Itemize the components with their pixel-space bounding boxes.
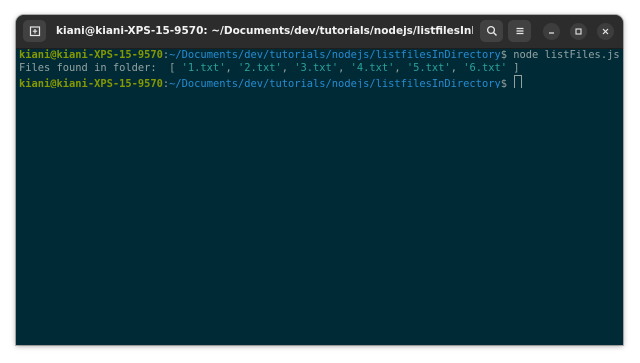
output-separator: ,	[450, 62, 464, 74]
text-cursor[interactable]	[514, 75, 523, 88]
output-separator: ,	[394, 62, 407, 74]
maximize-button[interactable]	[570, 23, 587, 40]
terminal-output[interactable]: kiani@kiani-XPS-15-9570:~/Documents/dev/…	[16, 49, 623, 345]
terminal-line-prompt[interactable]: kiani@kiani-XPS-15-9570:~/Documents/dev/…	[19, 75, 620, 88]
title-bar[interactable]: kiani@kiani-XPS-15-9570: ~/Documents/dev…	[16, 15, 623, 49]
output-file: '6.txt'	[463, 62, 508, 74]
output-file: '4.txt'	[350, 62, 395, 74]
new-tab-button[interactable]	[23, 20, 46, 42]
close-button[interactable]	[597, 23, 614, 40]
minimize-button[interactable]	[543, 23, 560, 40]
new-tab-icon	[29, 26, 40, 37]
output-label: Files found in folder: [	[19, 62, 182, 74]
output-file: '1.txt'	[181, 62, 226, 74]
prompt-user-host: kiani@kiani-XPS-15-9570	[19, 49, 163, 61]
output-separator: ,	[338, 62, 351, 74]
terminal-line-output: Files found in folder: [ '1.txt', '2.txt…	[19, 62, 620, 75]
prompt-user-host: kiani@kiani-XPS-15-9570	[19, 78, 163, 88]
maximize-icon	[575, 28, 582, 35]
output-file: '2.txt'	[237, 62, 282, 74]
search-icon	[486, 25, 497, 36]
prompt-path: ~/Documents/dev/tutorials/nodejs/listfil…	[169, 49, 501, 61]
output-file: '3.txt'	[294, 62, 339, 74]
prompt-symbol: $	[500, 78, 514, 88]
terminal-window: kiani@kiani-XPS-15-9570: ~/Documents/dev…	[16, 15, 623, 345]
menu-button[interactable]	[508, 20, 531, 42]
close-icon	[602, 28, 609, 35]
search-button[interactable]	[480, 20, 503, 42]
output-close-bracket: ]	[507, 62, 520, 74]
output-file: '5.txt'	[406, 62, 451, 74]
minimize-icon	[549, 32, 554, 34]
output-separator: ,	[281, 62, 295, 74]
command-text: node listFiles.js	[513, 49, 620, 61]
window-title: kiani@kiani-XPS-15-9570: ~/Documents/dev…	[56, 25, 473, 37]
terminal-line-command: kiani@kiani-XPS-15-9570:~/Documents/dev/…	[19, 49, 620, 62]
hamburger-menu-icon	[516, 27, 523, 35]
output-separator: ,	[225, 62, 238, 74]
prompt-path: ~/Documents/dev/tutorials/nodejs/listfil…	[169, 78, 501, 88]
prompt-symbol: $	[500, 49, 514, 61]
